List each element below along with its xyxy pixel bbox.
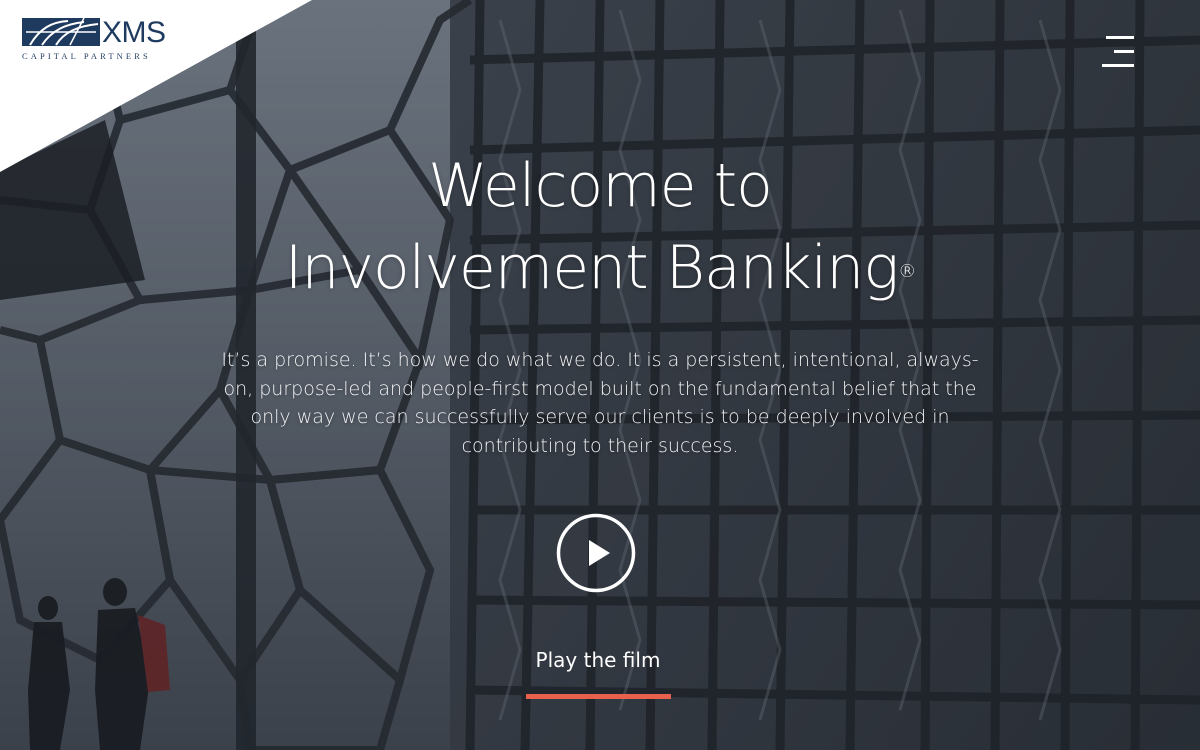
menu-icon-line (1114, 50, 1134, 53)
hero-section: XMS CAPITAL PARTNERS Welcome to Involvem… (0, 0, 1200, 750)
xms-logo[interactable]: XMS CAPITAL PARTNERS (22, 16, 187, 64)
logo-tagline: CAPITAL PARTNERS (22, 51, 151, 61)
hero-title-line2: Involvement Banking (284, 233, 900, 303)
logo-wordmark: XMS (102, 16, 166, 49)
registered-mark: ® (898, 261, 916, 282)
play-circle-icon[interactable] (556, 513, 636, 593)
menu-icon-line (1102, 64, 1134, 67)
hero-intro-text: It’s a promise. It’s how we do what we d… (221, 349, 979, 457)
hero-title-line1: Welcome to (428, 151, 773, 221)
play-film-underline (526, 694, 671, 699)
menu-button[interactable] (1096, 34, 1138, 72)
logo-mark-icon (22, 18, 100, 46)
play-film-link[interactable]: Play the film (500, 648, 696, 672)
hero-title: Welcome to Involvement Banking® (150, 145, 1050, 309)
menu-icon-line (1106, 36, 1134, 39)
